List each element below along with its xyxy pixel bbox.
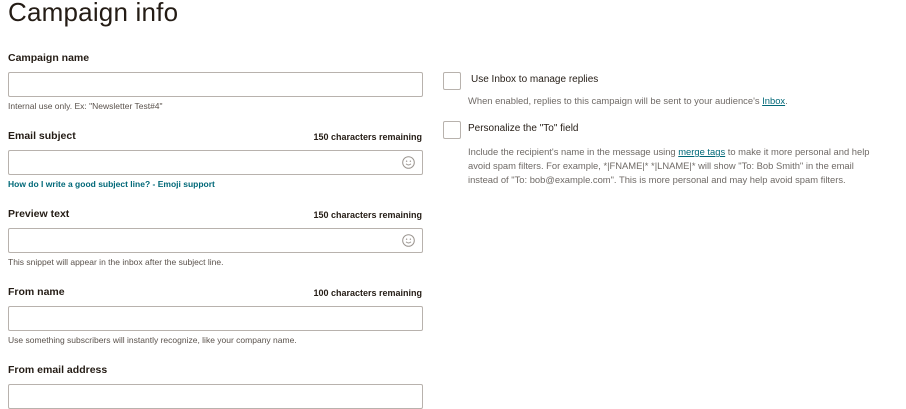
smiley-icon[interactable] xyxy=(402,156,415,169)
use-inbox-description: When enabled, replies to this campaign w… xyxy=(468,94,873,108)
from-email-label: From email address xyxy=(8,364,108,376)
from-name-remaining: 100 characters remaining xyxy=(313,288,422,298)
use-inbox-checkbox[interactable] xyxy=(443,72,461,90)
emoji-support-link[interactable]: Emoji support xyxy=(158,179,215,189)
subject-line-help-link[interactable]: How do I write a good subject line? xyxy=(8,179,150,189)
smiley-icon[interactable] xyxy=(402,234,415,247)
preview-text-field: Preview text 150 characters remaining Th… xyxy=(8,208,423,267)
preview-text-remaining: 150 characters remaining xyxy=(313,210,422,220)
from-email-field: From email address xyxy=(8,364,423,409)
personalize-desc-text: Include the recipient's name in the mess… xyxy=(468,146,679,157)
campaign-name-field: Campaign name Internal use only. Ex: "Ne… xyxy=(8,52,423,111)
from-name-input[interactable] xyxy=(8,306,423,331)
help-separator: - xyxy=(150,179,158,189)
use-inbox-desc-text: When enabled, replies to this campaign w… xyxy=(468,95,763,106)
preview-text-input[interactable] xyxy=(8,228,423,253)
personalize-to-description: Include the recipient's name in the mess… xyxy=(468,145,873,187)
personalize-to-label[interactable]: Personalize the "To" field xyxy=(468,123,579,134)
merge-tags-link[interactable]: merge tags xyxy=(678,146,725,157)
campaign-name-help: Internal use only. Ex: "Newsletter Test#… xyxy=(8,101,163,111)
email-subject-label: Email subject xyxy=(8,130,76,142)
email-subject-remaining: 150 characters remaining xyxy=(313,132,422,142)
page-title: Campaign info xyxy=(8,0,179,27)
campaign-name-label: Campaign name xyxy=(8,52,90,64)
preview-text-help: This snippet will appear in the inbox af… xyxy=(8,257,224,267)
email-subject-help: How do I write a good subject line? - Em… xyxy=(8,179,215,189)
use-inbox-label[interactable]: Use Inbox to manage replies xyxy=(471,74,598,85)
from-name-label: From name xyxy=(8,286,65,298)
personalize-to-checkbox[interactable] xyxy=(443,121,461,139)
campaign-name-input[interactable] xyxy=(8,72,423,97)
preview-text-label: Preview text xyxy=(8,208,70,220)
email-subject-field: Email subject 150 characters remaining H… xyxy=(8,130,423,189)
from-name-help: Use something subscribers will instantly… xyxy=(8,335,297,345)
from-name-field: From name 100 characters remaining Use s… xyxy=(8,286,423,345)
use-inbox-desc-end: . xyxy=(785,95,788,106)
email-subject-input[interactable] xyxy=(8,150,423,175)
inbox-link[interactable]: Inbox xyxy=(762,95,785,106)
